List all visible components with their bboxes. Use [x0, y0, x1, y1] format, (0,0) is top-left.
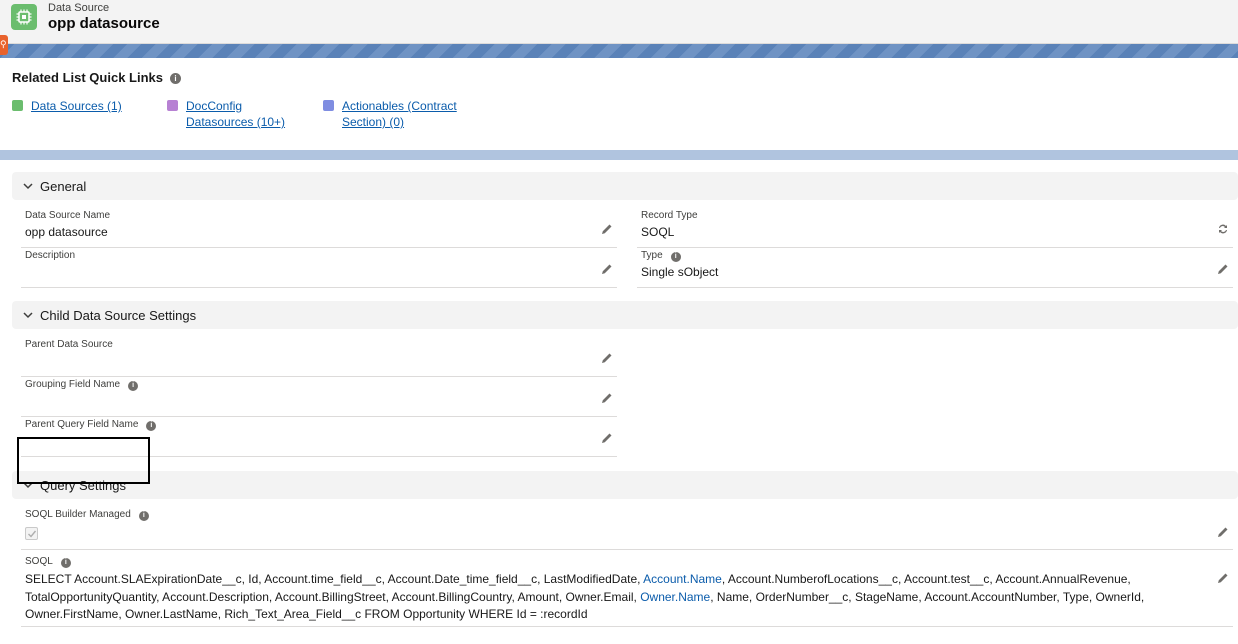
field-label: Type i: [641, 250, 681, 262]
data-source-icon: [12, 100, 23, 111]
quick-link-label[interactable]: Data Sources (1): [31, 98, 122, 114]
header-banner: [0, 44, 1238, 58]
chevron-down-icon: [23, 312, 33, 319]
info-icon[interactable]: i: [128, 381, 139, 391]
search-icon: ⚲: [0, 39, 7, 49]
pencil-icon[interactable]: [1217, 526, 1229, 538]
field-soql-builder-managed: SOQL Builder Managed i: [21, 507, 1233, 550]
field-label: Description: [25, 250, 76, 261]
pencil-icon[interactable]: [601, 432, 613, 444]
field-label: Data Source Name: [25, 210, 111, 221]
soql-builder-managed-checkbox[interactable]: [25, 527, 38, 540]
field-label: Parent Query Field Name i: [25, 419, 157, 431]
data-source-object-icon: [11, 4, 37, 30]
field-label: Record Type: [641, 210, 698, 221]
field-label: Grouping Field Name i: [25, 379, 139, 391]
owner-name-link[interactable]: Owner.Name: [640, 590, 710, 604]
field-value: opp datasource: [25, 225, 108, 239]
utility-search-tab[interactable]: ⚲: [0, 35, 8, 55]
field-description: Description: [21, 248, 617, 288]
checkmark-icon: [28, 530, 37, 538]
pencil-icon[interactable]: [601, 263, 613, 275]
record-detail: General Data Source Name opp datasource …: [0, 160, 1238, 644]
section-title: General: [40, 179, 87, 194]
pencil-icon[interactable]: [601, 352, 613, 364]
field-parent-data-source: Parent Data Source: [21, 337, 617, 377]
object-label: Data Source: [48, 2, 110, 14]
change-record-type-icon[interactable]: [1217, 223, 1229, 235]
section-title: Child Data Source Settings: [40, 308, 197, 323]
soql-query-text: SELECT Account.SLAExpirationDate__c, Id,…: [25, 572, 1145, 621]
field-record-type: Record Type SOQL: [637, 208, 1233, 248]
info-icon[interactable]: i: [670, 252, 681, 262]
field-grouping-field-name: Grouping Field Name i: [21, 377, 617, 417]
highlight-annotation-box: [17, 437, 150, 484]
info-icon[interactable]: i: [146, 421, 157, 431]
field-type: Type i Single sObject: [637, 248, 1233, 288]
section-divider: [0, 150, 1238, 160]
pencil-icon[interactable]: [1217, 572, 1229, 584]
field-value: SOQL: [641, 225, 675, 239]
related-list-quick-links: Related List Quick Links i Data Sources …: [0, 58, 1238, 150]
section-child-settings-header[interactable]: Child Data Source Settings: [12, 301, 1238, 329]
pencil-icon[interactable]: [601, 223, 613, 235]
quick-link-label[interactable]: DocConfig Datasources (10+): [186, 98, 285, 130]
field-value: Single sObject: [641, 265, 719, 279]
chevron-down-icon: [23, 183, 33, 190]
field-label: Parent Data Source: [25, 339, 113, 350]
quick-links-title: Related List Quick Links: [12, 70, 163, 85]
account-name-link[interactable]: Account.Name: [643, 572, 722, 586]
info-icon[interactable]: i: [170, 73, 181, 84]
record-title: opp datasource: [48, 15, 160, 32]
quick-link-label[interactable]: Actionables (Contract Section) (0): [342, 98, 457, 130]
info-icon[interactable]: i: [60, 558, 71, 568]
field-label: SOQL i: [25, 556, 71, 568]
info-icon[interactable]: i: [138, 511, 149, 521]
pencil-icon[interactable]: [601, 392, 613, 404]
wrench-icon: [323, 100, 334, 111]
field-soql: SOQL i SELECT Account.SLAExpirationDate__…: [21, 550, 1233, 627]
docconfig-icon: [167, 100, 178, 111]
record-header: Data Source opp datasource: [0, 0, 1238, 44]
field-data-source-name: Data Source Name opp datasource: [21, 208, 617, 248]
section-query-settings-header[interactable]: Query Settings: [12, 471, 1238, 499]
field-label: SOQL Builder Managed i: [25, 509, 149, 521]
section-general-header[interactable]: General: [12, 172, 1238, 200]
pencil-icon[interactable]: [1217, 263, 1229, 275]
